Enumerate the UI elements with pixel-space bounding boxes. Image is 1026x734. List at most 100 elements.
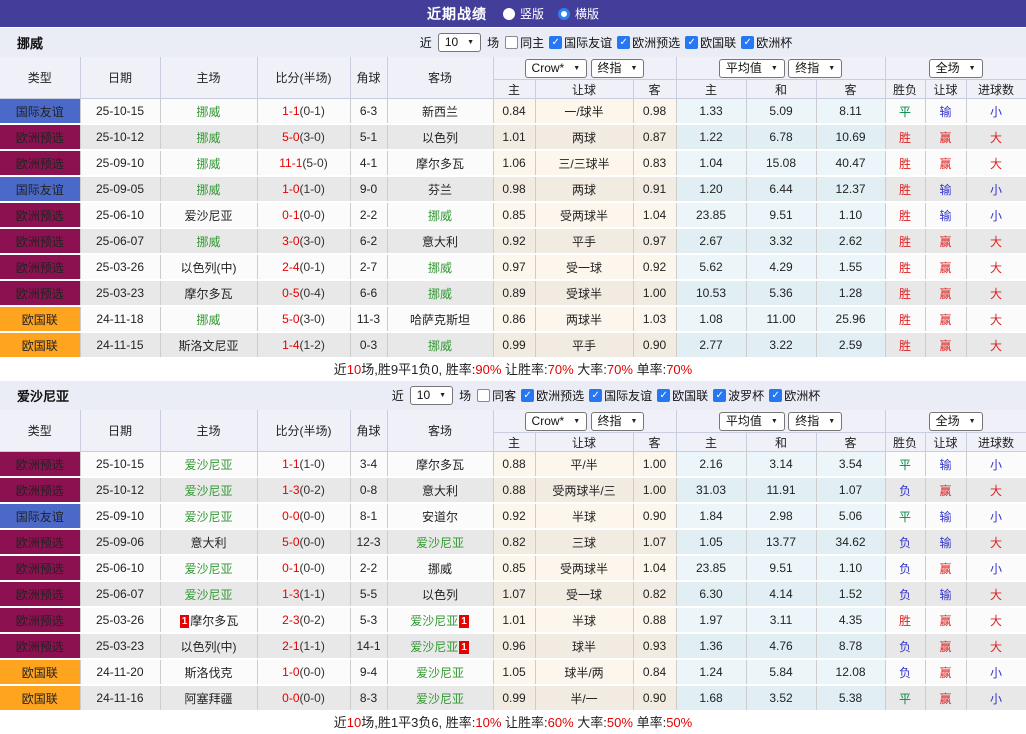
half-time-score: (0-2) bbox=[299, 613, 325, 627]
team-name: 爱沙尼亚 bbox=[184, 208, 233, 223]
away-odds: 1.00 bbox=[633, 477, 677, 504]
league-checkbox[interactable]: ✓ 欧洲预选 bbox=[521, 387, 584, 404]
score-cell: 11-1(5-0) bbox=[257, 150, 351, 177]
handicap-line: 三球 bbox=[535, 529, 634, 556]
half-time-score: (0-1) bbox=[299, 104, 325, 118]
result-goals: 大 bbox=[966, 228, 1026, 255]
average-select[interactable]: 平均值 ▼ bbox=[718, 411, 785, 431]
league-checkbox[interactable]: ✓ 欧洲预选 bbox=[617, 34, 680, 51]
home-team-cell: 爱沙尼亚 bbox=[160, 581, 258, 608]
home-team-cell: 爱沙尼亚 bbox=[160, 202, 258, 229]
recent-count-select[interactable]: 10 ▼ bbox=[437, 33, 482, 52]
result-outcome: 胜 bbox=[885, 306, 926, 333]
average-select-value: 平均值 bbox=[725, 60, 762, 75]
away-team-cell: 挪威 bbox=[387, 254, 494, 281]
avg-home: 2.77 bbox=[676, 332, 747, 359]
home-team-cell: 爱沙尼亚 bbox=[160, 477, 258, 504]
crow-select[interactable]: Crow* ▼ bbox=[524, 411, 588, 431]
away-team-cell: 安道尔 bbox=[387, 503, 494, 530]
full-time-score: 0-0 bbox=[282, 509, 300, 523]
column-header: 主 bbox=[676, 79, 747, 99]
away-team-cell: 挪威 bbox=[387, 555, 494, 582]
match-row: 欧洲预选 25-09-06 意大利 5-0(0-0) 12-3 爱沙尼亚 0.82 三球 1.0… bbox=[0, 529, 1026, 556]
results-table: 类型 日期 主场 比分(半场) 角球 客场 Crow* ▼ 终指 ▼ 平均值 ▼ 终指 ▼ 全场 ▼ 主让球… bbox=[0, 410, 1026, 712]
handicap-line: 球半/两 bbox=[535, 659, 634, 686]
match-row: 欧国联 24-11-16 阿塞拜疆 0-0(0-0) 8-3 爱沙尼亚 0.99 半/一 0.9… bbox=[0, 685, 1026, 712]
team-name: 挪威 bbox=[196, 104, 221, 119]
away-odds: 0.87 bbox=[633, 124, 677, 151]
avg-draw: 5.36 bbox=[746, 280, 817, 307]
league-checkbox[interactable]: ✓ 欧洲杯 bbox=[741, 34, 792, 51]
score-cell: 0-5(0-4) bbox=[257, 280, 351, 307]
final-index-select[interactable]: 终指 ▼ bbox=[590, 411, 645, 431]
chevron-down-icon: ▼ bbox=[968, 64, 976, 72]
result-handicap: 赢 bbox=[925, 150, 967, 177]
home-odds: 1.01 bbox=[493, 607, 536, 634]
checkbox-icon: ✓ bbox=[549, 36, 563, 49]
away-odds: 1.03 bbox=[633, 306, 677, 333]
avg-away: 2.62 bbox=[816, 228, 886, 255]
same-venue-checkbox[interactable]: 同主 bbox=[505, 34, 544, 51]
column-header: 主场 bbox=[160, 57, 258, 99]
result-outcome: 平 bbox=[885, 451, 926, 478]
layout-radio-vertical[interactable]: 竖版 bbox=[502, 5, 544, 22]
team-name: 以色列 bbox=[421, 130, 458, 145]
column-header: 和 bbox=[746, 432, 817, 452]
home-team-cell: 1 摩尔多瓦 bbox=[160, 607, 258, 634]
avg-draw: 9.51 bbox=[746, 555, 817, 582]
match-type-badge: 欧洲预选 bbox=[0, 581, 81, 608]
final-index-select[interactable]: 终指 ▼ bbox=[590, 58, 645, 78]
crow-select[interactable]: Crow* ▼ bbox=[524, 58, 588, 78]
team-name: 摩尔多瓦 bbox=[415, 156, 464, 171]
final-index-select[interactable]: 终指 ▼ bbox=[788, 411, 843, 431]
avg-away: 3.54 bbox=[816, 451, 886, 478]
avg-draw: 9.51 bbox=[746, 202, 817, 229]
checkbox-icon: ✓ bbox=[769, 389, 783, 402]
half-time-score: (1-0) bbox=[299, 182, 325, 196]
league-checkbox[interactable]: ✓ 欧国联 bbox=[685, 34, 736, 51]
avg-draw: 15.08 bbox=[746, 150, 817, 177]
full-scope-select[interactable]: 全场 ▼ bbox=[928, 58, 983, 78]
league-checkbox[interactable]: ✓ 波罗杯 bbox=[713, 387, 764, 404]
half-time-score: (3-0) bbox=[299, 312, 325, 326]
summary-text: 50% bbox=[606, 715, 633, 730]
column-header: 比分(半场) bbox=[257, 57, 351, 99]
league-checkbox[interactable]: ✓ 国际友谊 bbox=[549, 34, 612, 51]
half-time-score: (0-0) bbox=[299, 208, 325, 222]
final-index-select[interactable]: 终指 ▼ bbox=[788, 58, 843, 78]
column-header: 胜负 bbox=[885, 79, 926, 99]
layout-radio-horizontal[interactable]: 横版 bbox=[558, 5, 599, 22]
avg-home: 1.05 bbox=[676, 529, 747, 556]
avg-away: 40.47 bbox=[816, 150, 886, 177]
team-name: 爱沙尼亚 bbox=[184, 483, 233, 498]
league-checkbox[interactable]: ✓ 欧国联 bbox=[657, 387, 708, 404]
result-outcome: 胜 bbox=[885, 202, 926, 229]
handicap-line: 平/半 bbox=[535, 451, 634, 478]
average-select[interactable]: 平均值 ▼ bbox=[718, 58, 785, 78]
home-odds: 0.89 bbox=[493, 280, 536, 307]
corner-cell: 5-3 bbox=[350, 607, 388, 634]
result-goals: 小 bbox=[966, 98, 1026, 125]
match-row: 国际友谊 25-09-10 爱沙尼亚 0-0(0-0) 8-1 安道尔 0.92 半球 0.90… bbox=[0, 503, 1026, 530]
league-checkbox[interactable]: ✓ 欧洲杯 bbox=[769, 387, 820, 404]
avg-away: 8.11 bbox=[816, 98, 886, 125]
result-handicap: 赢 bbox=[925, 633, 967, 660]
home-team-cell: 爱沙尼亚 bbox=[160, 503, 258, 530]
corner-cell: 14-1 bbox=[350, 633, 388, 660]
column-header: 进球数 bbox=[966, 432, 1026, 452]
full-time-score: 5-0 bbox=[282, 130, 300, 144]
league-checkbox[interactable]: ✓ 国际友谊 bbox=[589, 387, 652, 404]
avg-away: 8.78 bbox=[816, 633, 886, 660]
match-date: 24-11-16 bbox=[80, 685, 161, 712]
avg-home: 2.67 bbox=[676, 228, 747, 255]
match-row: 欧洲预选 25-09-10 挪威 11-1(5-0) 4-1 摩尔多瓦 1.06 三/三球半 0… bbox=[0, 150, 1026, 177]
score-cell: 5-0(0-0) bbox=[257, 529, 351, 556]
section-team-name: 爱沙尼亚 bbox=[17, 389, 70, 404]
recent-count-select[interactable]: 10 ▼ bbox=[409, 386, 454, 405]
full-scope-select[interactable]: 全场 ▼ bbox=[928, 411, 983, 431]
away-odds: 0.90 bbox=[633, 685, 677, 712]
corner-cell: 6-2 bbox=[350, 228, 388, 255]
team-name: 摩尔多瓦 bbox=[184, 286, 233, 301]
same-venue-checkbox[interactable]: 同客 bbox=[477, 387, 516, 404]
score-cell: 0-1(0-0) bbox=[257, 202, 351, 229]
